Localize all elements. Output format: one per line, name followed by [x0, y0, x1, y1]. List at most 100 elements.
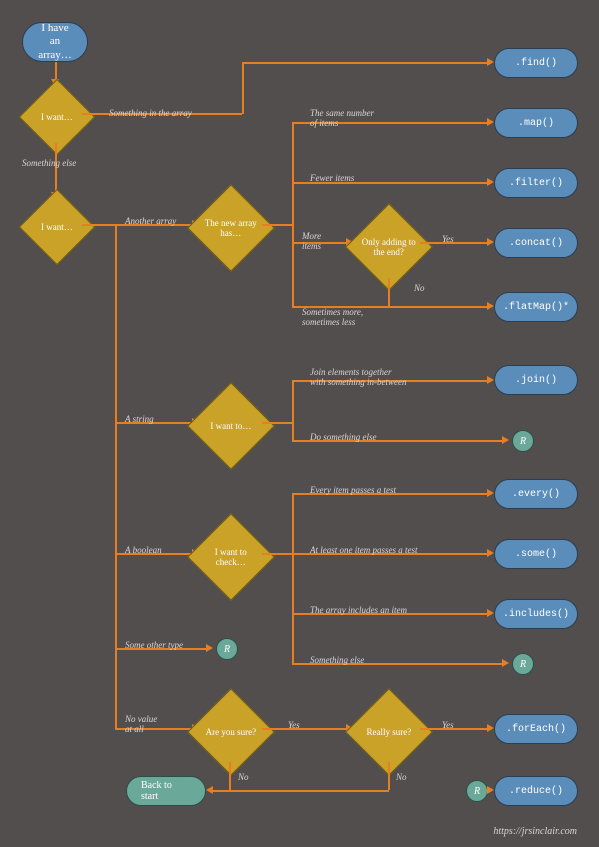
- method-join: .join(): [494, 365, 578, 395]
- edge-label: No: [414, 283, 425, 293]
- arrow-right-icon: [487, 238, 494, 246]
- decision-want-1: I want…: [19, 79, 95, 155]
- r-node: R: [216, 638, 238, 660]
- edge-label: Yes: [442, 234, 454, 244]
- r-label: R: [520, 436, 526, 447]
- back-label: Back to start: [141, 780, 191, 802]
- edge-label: Sometimes more,sometimes less: [302, 307, 363, 328]
- method-flatmap: .flatMap()*: [494, 292, 578, 322]
- r-label: R: [224, 644, 230, 655]
- edge-label: Join elements togetherwith something in-…: [310, 367, 407, 388]
- decision-want-2: I want…: [19, 189, 95, 265]
- method-foreach: .forEach(): [494, 714, 578, 744]
- title-line-2: JAVASCRIPT ARRAY METHODS: [0, 437, 2, 829]
- method-label: .forEach(): [506, 724, 566, 735]
- decision-label: Are you sure?: [201, 727, 261, 737]
- connector: [292, 122, 294, 308]
- r-node-source: R: [466, 780, 488, 802]
- edge-label: The array includes an item: [310, 605, 407, 615]
- arrow-right-icon: [487, 609, 494, 617]
- decision-sure-1: Are you sure?: [187, 688, 275, 776]
- decision-label: I want…: [31, 222, 83, 232]
- edge-label: Something else: [310, 655, 364, 665]
- connector: [55, 62, 57, 80]
- arrow-right-icon: [502, 659, 509, 667]
- start-node: I have anarray…: [22, 22, 88, 62]
- r-node: R: [512, 653, 534, 675]
- decision-label: I want to check…: [201, 547, 261, 568]
- method-some: .some(): [494, 539, 578, 569]
- connector: [262, 728, 347, 730]
- arrow-right-icon: [487, 786, 494, 794]
- edge-label: Fewer items: [310, 173, 354, 183]
- r-label: R: [474, 786, 480, 797]
- arrow-right-icon: [487, 489, 494, 497]
- decision-check: I want to check…: [187, 513, 275, 601]
- method-label: .includes(): [503, 609, 569, 620]
- arrow-right-icon: [487, 549, 494, 557]
- connector: [242, 62, 244, 114]
- arrow-right-icon: [487, 302, 494, 310]
- edge-label: A boolean: [125, 545, 162, 555]
- connector: [229, 762, 231, 790]
- edge-label: A string: [125, 414, 154, 424]
- edge-label: Yes: [442, 720, 454, 730]
- method-map: .map(): [494, 108, 578, 138]
- method-find: .find(): [494, 48, 578, 78]
- decision-want-to: I want to…: [187, 382, 275, 470]
- edge-label: At least one item passes a test: [310, 545, 418, 555]
- credit-link: https://jrsinclair.com: [493, 826, 577, 837]
- connector: [213, 790, 389, 792]
- r-node: R: [512, 430, 534, 452]
- connector: [388, 278, 390, 306]
- edge-label: Every item passes a test: [310, 485, 396, 495]
- arrow-right-icon: [502, 436, 509, 444]
- decision-label: The new array has…: [201, 218, 261, 239]
- method-label: .map(): [518, 118, 554, 129]
- edge-label: Moreitems: [302, 231, 321, 252]
- decision-label: I want to…: [201, 421, 261, 431]
- edge-label: The same numberof items: [310, 108, 374, 129]
- method-label: .flatMap()*: [503, 302, 569, 313]
- arrow-right-icon: [487, 58, 494, 66]
- edge-label: Some other type: [125, 640, 183, 650]
- page-title: A CIVILISED GUIDE TO JAVASCRIPT ARRAY ME…: [0, 437, 2, 829]
- connector: [388, 762, 390, 790]
- edge-label: No: [396, 772, 407, 782]
- arrow-right-icon: [487, 118, 494, 126]
- decision-label: Really sure?: [359, 727, 419, 737]
- arrow-right-icon: [487, 178, 494, 186]
- connector: [388, 306, 487, 308]
- method-label: .find(): [515, 58, 557, 69]
- edge-label: Do something else: [310, 432, 377, 442]
- r-label: R: [520, 659, 526, 670]
- decision-label: I want…: [31, 112, 83, 122]
- arrow-right-icon: [487, 376, 494, 384]
- edge-label: No: [238, 772, 249, 782]
- back-to-start: Back to start: [126, 776, 206, 806]
- method-filter: .filter(): [494, 168, 578, 198]
- method-label: .filter(): [509, 178, 563, 189]
- connector: [242, 62, 487, 64]
- edge-label: No valueat all: [125, 714, 157, 735]
- method-label: .reduce(): [509, 786, 563, 797]
- method-label: .some(): [515, 549, 557, 560]
- connector: [82, 224, 116, 226]
- edge-label: Something else: [22, 158, 76, 168]
- method-label: .concat(): [509, 238, 563, 249]
- connector: [262, 422, 293, 424]
- connector: [292, 493, 294, 663]
- arrow-right-icon: [487, 724, 494, 732]
- method-label: .join(): [515, 375, 557, 386]
- edge-label: Yes: [288, 720, 300, 730]
- connector-spine: [115, 224, 117, 728]
- method-concat: .concat(): [494, 228, 578, 258]
- connector: [292, 380, 294, 442]
- connector: [262, 224, 293, 226]
- method-includes: .includes(): [494, 599, 578, 629]
- edge-label: Something in the array: [109, 108, 192, 118]
- method-every: .every(): [494, 479, 578, 509]
- method-reduce: .reduce(): [494, 776, 578, 806]
- start-label: I have anarray…: [37, 22, 73, 62]
- decision-label: Only adding to the end?: [359, 237, 419, 258]
